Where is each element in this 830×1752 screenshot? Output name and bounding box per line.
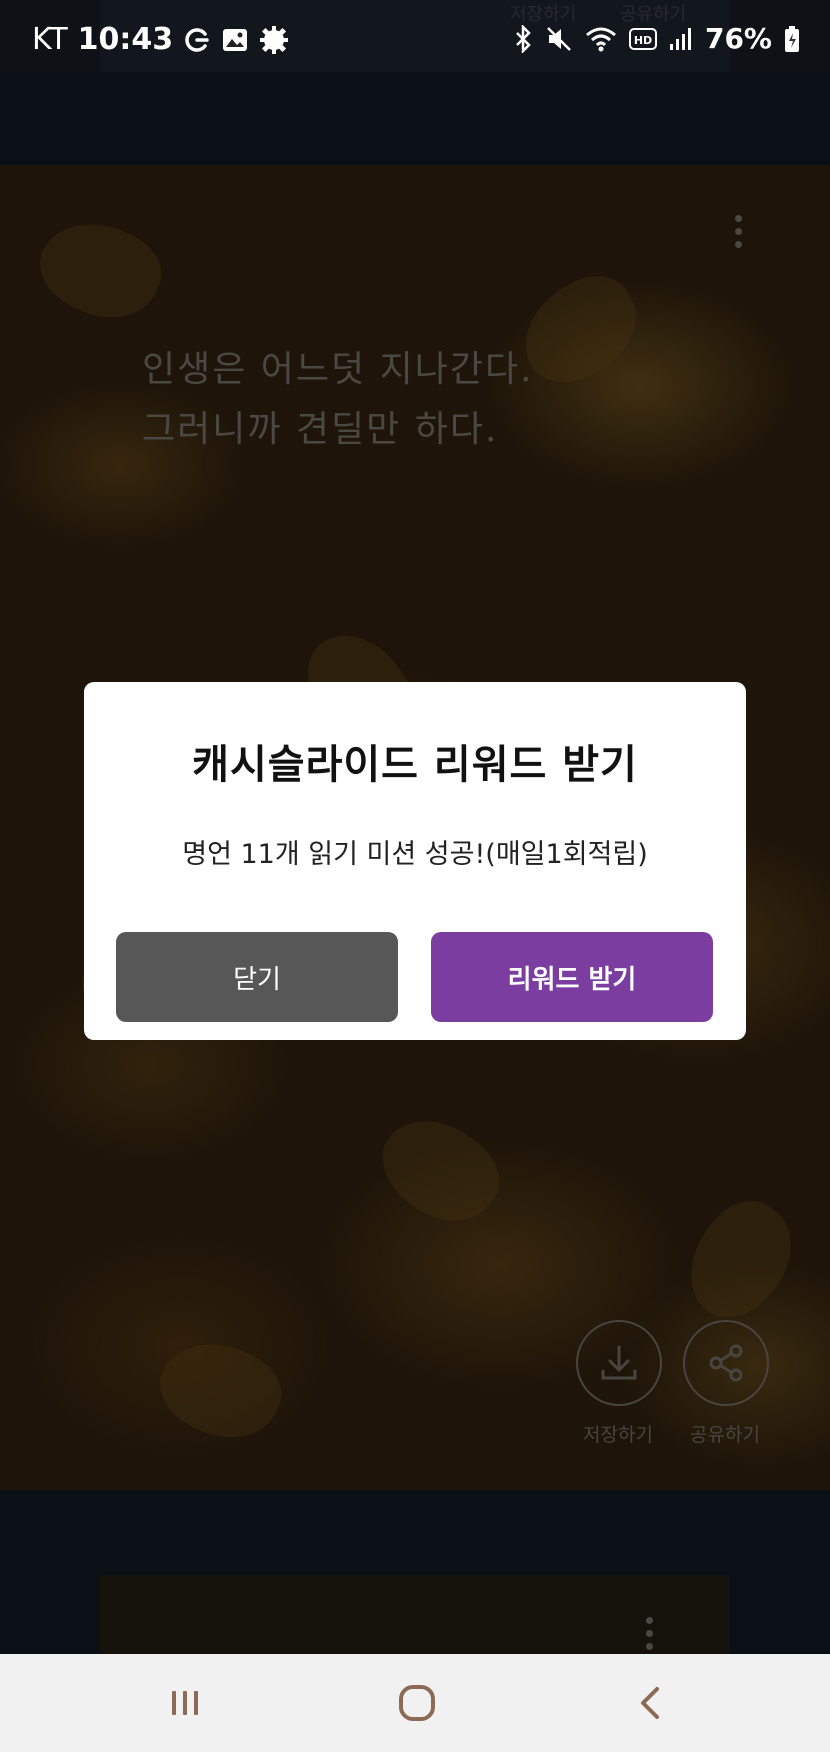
mute-icon bbox=[547, 26, 571, 51]
g-pay-icon bbox=[185, 27, 209, 52]
battery-icon bbox=[785, 25, 799, 52]
back-icon bbox=[641, 1687, 659, 1719]
dialog-title: 캐시슬라이드 리워드 받기 bbox=[192, 742, 638, 788]
hd-icon: HD bbox=[628, 27, 657, 50]
status-bar: KT 10:43 HD 76% bbox=[0, 0, 830, 72]
settings-gear-icon bbox=[260, 25, 289, 54]
signal-icon bbox=[669, 27, 691, 50]
battery-percent: 76% bbox=[704, 22, 772, 55]
recent-apps-icon bbox=[172, 1691, 198, 1715]
bluetooth-icon bbox=[516, 24, 531, 53]
recent-apps-button[interactable] bbox=[150, 1676, 220, 1730]
svg-text:HD: HD bbox=[634, 34, 652, 47]
navigation-bar bbox=[0, 1654, 830, 1752]
back-button[interactable] bbox=[616, 1676, 686, 1730]
home-icon bbox=[399, 1685, 435, 1721]
carrier-label: KT bbox=[32, 22, 68, 57]
get-reward-button[interactable]: 리워드 받기 bbox=[431, 932, 713, 1022]
dialog-message: 명언 11개 읽기 미션 성공!(매일1회적립) bbox=[182, 839, 648, 870]
close-button[interactable]: 닫기 bbox=[116, 932, 398, 1022]
clock: 10:43 bbox=[77, 22, 174, 57]
reward-dialog: 캐시슬라이드 리워드 받기 명언 11개 읽기 미션 성공!(매일1회적립) 닫… bbox=[84, 682, 746, 1040]
home-button[interactable] bbox=[382, 1676, 452, 1730]
wifi-icon bbox=[585, 27, 616, 51]
gallery-icon bbox=[223, 28, 248, 51]
